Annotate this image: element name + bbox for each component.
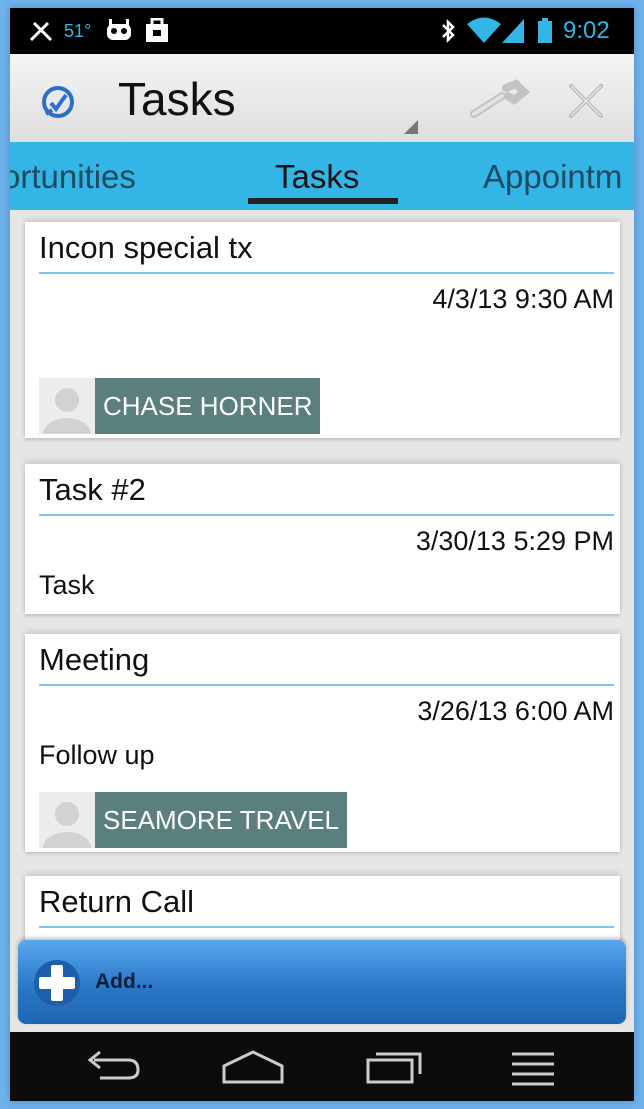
menu-icon[interactable] bbox=[498, 1044, 568, 1090]
task-card[interactable]: Meeting 3/26/13 6:00 AM Follow up SEAMOR… bbox=[25, 634, 620, 852]
add-button-label: Add... bbox=[95, 970, 154, 993]
task-title: Incon special tx bbox=[39, 230, 253, 265]
avatar bbox=[39, 378, 95, 434]
contact-name: SEAMORE TRAVEL bbox=[95, 792, 347, 848]
avatar bbox=[39, 792, 95, 848]
plus-icon bbox=[32, 958, 82, 1013]
status-bar: 51° 9:02 bbox=[10, 8, 634, 54]
divider bbox=[39, 272, 614, 274]
back-icon[interactable] bbox=[78, 1044, 148, 1090]
battery-icon bbox=[537, 8, 553, 54]
action-bar: Tasks bbox=[10, 54, 634, 142]
tab-opportunities[interactable]: ortunities bbox=[10, 158, 136, 196]
tab-active-indicator bbox=[248, 198, 398, 204]
app-logo-icon[interactable] bbox=[40, 84, 76, 125]
task-card[interactable]: Incon special tx 4/3/13 9:30 AM CHASE HO… bbox=[25, 222, 620, 438]
task-card[interactable]: Task #2 3/30/13 5:29 PM Task bbox=[25, 464, 620, 614]
task-title: Return Call bbox=[39, 884, 195, 919]
signal-icon bbox=[500, 8, 526, 54]
task-list[interactable]: Incon special tx 4/3/13 9:30 AM CHASE HO… bbox=[10, 216, 634, 946]
android-icon bbox=[104, 8, 134, 54]
navigation-bar bbox=[10, 1032, 634, 1101]
screen: 51° 9:02 Tasks ortunities Tasks Appointm… bbox=[10, 8, 634, 1101]
divider bbox=[39, 926, 614, 928]
temperature-text: 51° bbox=[64, 20, 92, 41]
task-card[interactable]: Return Call bbox=[25, 876, 620, 946]
task-datetime: 3/26/13 6:00 AM bbox=[417, 696, 614, 726]
tab-tasks[interactable]: Tasks bbox=[275, 158, 359, 196]
notification-icon bbox=[28, 8, 54, 54]
close-icon[interactable] bbox=[567, 82, 605, 125]
task-datetime: 3/30/13 5:29 PM bbox=[415, 526, 614, 556]
contact-chip[interactable]: SEAMORE TRAVEL bbox=[39, 792, 347, 848]
home-icon[interactable] bbox=[218, 1044, 288, 1090]
clock-text: 9:02 bbox=[563, 17, 610, 44]
task-datetime: 4/3/13 9:30 AM bbox=[432, 284, 614, 314]
divider bbox=[39, 684, 614, 686]
tab-appointments[interactable]: Appointm bbox=[483, 158, 622, 196]
contact-name: CHASE HORNER bbox=[95, 378, 321, 434]
divider bbox=[39, 514, 614, 516]
task-description: Task bbox=[39, 570, 95, 600]
task-title: Meeting bbox=[39, 642, 150, 677]
task-title: Task #2 bbox=[39, 472, 146, 507]
task-description: Follow up bbox=[39, 740, 155, 770]
dropdown-arrow-icon[interactable] bbox=[398, 118, 420, 141]
add-button[interactable]: Add... bbox=[18, 940, 626, 1024]
recent-apps-icon[interactable] bbox=[358, 1044, 428, 1090]
bluetooth-icon bbox=[440, 8, 456, 54]
wrench-icon[interactable] bbox=[470, 78, 530, 127]
contact-chip[interactable]: CHASE HORNER bbox=[39, 378, 321, 434]
page-title[interactable]: Tasks bbox=[118, 72, 236, 126]
wifi-icon bbox=[466, 8, 502, 54]
shopping-bag-icon bbox=[144, 8, 170, 54]
